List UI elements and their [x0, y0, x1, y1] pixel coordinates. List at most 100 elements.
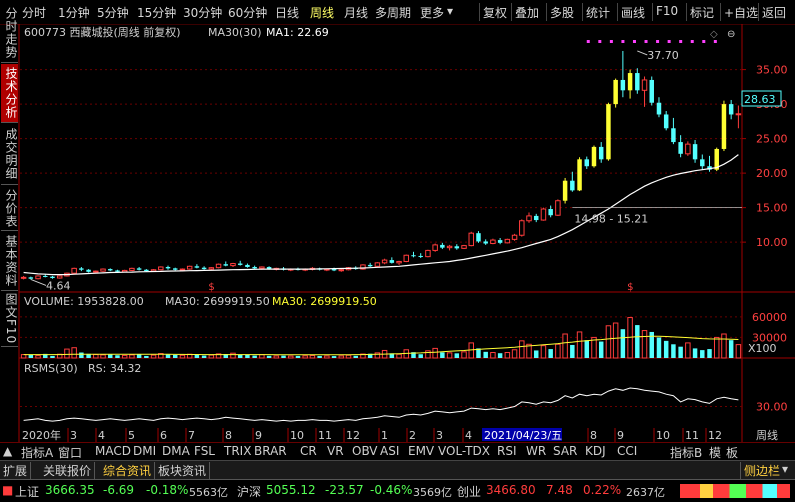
diamond-icon[interactable]: ◇ — [710, 29, 718, 40]
candle-body[interactable] — [504, 238, 511, 244]
indicator-tab-16[interactable]: SAR — [553, 444, 577, 458]
sub-tab-extend[interactable]: 扩展 — [0, 462, 32, 479]
expand-up-icon[interactable]: ▲ — [3, 444, 12, 458]
candle-body[interactable] — [86, 269, 91, 272]
candle-body[interactable] — [331, 269, 337, 271]
indicator-tab-1[interactable]: 窗口 — [58, 444, 82, 461]
candle-body[interactable] — [50, 276, 55, 279]
candle-body[interactable] — [186, 265, 193, 270]
candle-body[interactable] — [252, 266, 257, 269]
index2-name[interactable]: 沪深 — [237, 483, 261, 500]
candle-body[interactable] — [158, 266, 164, 271]
candle-body[interactable] — [411, 255, 416, 257]
indicator-tab-2[interactable]: MACD — [95, 444, 131, 458]
candle-body[interactable] — [418, 255, 423, 257]
candle-body[interactable] — [172, 268, 178, 270]
candle-body[interactable] — [570, 180, 575, 191]
candle-body[interactable] — [540, 208, 547, 221]
candle-body[interactable] — [425, 249, 431, 258]
event-marker-icon[interactable]: $ — [627, 282, 633, 293]
candle-body[interactable] — [613, 79, 618, 105]
sub-tab-related[interactable]: 关联报价 — [40, 462, 96, 479]
candle-body[interactable] — [461, 245, 467, 249]
candle-body[interactable] — [136, 268, 142, 270]
indicator-tab-17[interactable]: KDJ — [585, 444, 606, 458]
candle-body[interactable] — [533, 215, 539, 221]
candle-body[interactable] — [374, 262, 381, 267]
candle-body[interactable] — [678, 142, 683, 154]
candle-body[interactable] — [93, 270, 99, 273]
candle-body[interactable] — [468, 232, 474, 247]
indicator-tab-4[interactable]: DMA — [162, 444, 190, 458]
candle-body[interactable] — [396, 260, 402, 264]
candle-body[interactable] — [79, 268, 84, 270]
candle-body[interactable] — [490, 239, 496, 245]
candle-body[interactable] — [165, 266, 171, 269]
indicator-tab-12[interactable]: EMV — [408, 444, 434, 458]
rsms-panel[interactable] — [23, 387, 739, 422]
indicator-tab-6[interactable]: TRIX — [224, 444, 251, 458]
candle-body[interactable] — [259, 266, 265, 269]
candle-body[interactable] — [100, 268, 106, 272]
indicator-tab-20[interactable]: 模 — [709, 444, 721, 461]
candle-body[interactable] — [548, 209, 553, 216]
candle-body[interactable] — [403, 254, 410, 262]
candle-body[interactable] — [692, 144, 698, 160]
candle-body[interactable] — [511, 234, 518, 240]
indicator-tab-3[interactable]: DMI — [133, 444, 156, 458]
indicator-tab-10[interactable]: OBV — [352, 444, 378, 458]
candle-body[interactable] — [519, 220, 525, 236]
candle-body[interactable] — [649, 79, 654, 103]
candle-body[interactable] — [237, 263, 243, 265]
candle-body[interactable] — [562, 180, 568, 201]
candle-body[interactable] — [223, 264, 229, 266]
candle-body[interactable] — [476, 233, 481, 242]
candle-body[interactable] — [245, 264, 250, 267]
candle-body[interactable] — [446, 245, 453, 249]
collapse-icon[interactable]: ⊖ — [727, 29, 735, 40]
indicator-tab-0[interactable]: 指标A — [21, 444, 53, 461]
indicator-tab-7[interactable]: BRAR — [254, 444, 287, 458]
candle-body[interactable] — [620, 79, 626, 91]
candle-body[interactable] — [115, 270, 120, 272]
candle-body[interactable] — [627, 73, 633, 91]
sub-tab-sector[interactable]: 板块资讯 — [155, 462, 211, 479]
indicator-tab-13[interactable]: VOL-TDX — [438, 444, 490, 458]
candle-body[interactable] — [43, 275, 48, 277]
event-marker-icon[interactable]: $ — [208, 282, 214, 293]
candle-body[interactable] — [497, 240, 503, 243]
candle-body[interactable] — [656, 102, 662, 115]
indicator-tab-11[interactable]: ASI — [380, 444, 399, 458]
indicator-tab-18[interactable]: CCI — [617, 444, 637, 458]
candle-body[interactable] — [555, 200, 561, 216]
side-bar-arrow-icon[interactable]: ▾ — [782, 462, 788, 476]
candle-body[interactable] — [381, 259, 388, 264]
indicator-tab-19[interactable]: 指标B — [670, 444, 702, 461]
candle-body[interactable] — [179, 268, 186, 271]
indicator-tab-14[interactable]: RSI — [497, 444, 517, 458]
candle-body[interactable] — [367, 264, 373, 267]
candle-body[interactable] — [635, 73, 640, 91]
candle-body[interactable] — [201, 267, 207, 270]
indicator-tab-15[interactable]: WR — [526, 444, 546, 458]
indicator-tab-9[interactable]: VR — [327, 444, 344, 458]
index1-name[interactable]: 上证 — [15, 483, 39, 500]
index3-name[interactable]: 创业 — [457, 483, 481, 500]
candle-body[interactable] — [454, 246, 460, 249]
candle-body[interactable] — [591, 146, 597, 167]
candle-body[interactable] — [641, 79, 648, 91]
indicator-tab-21[interactable]: 板 — [726, 444, 738, 461]
candle-body[interactable] — [584, 159, 590, 167]
candle-body[interactable] — [721, 104, 727, 149]
candle-body[interactable] — [194, 266, 200, 268]
candle-body[interactable] — [432, 244, 438, 251]
price-panel[interactable]: 14.98 - 15.21 37.70 4.64 $ $ — [20, 40, 742, 293]
candle-body[interactable] — [28, 277, 34, 279]
indicator-tab-8[interactable]: CR — [300, 444, 317, 458]
indicator-tab-5[interactable]: FSL — [194, 444, 215, 458]
candle-body[interactable] — [598, 146, 604, 160]
candle-body[interactable] — [728, 104, 734, 115]
candle-body[interactable] — [735, 113, 742, 116]
candle-body[interactable] — [440, 244, 445, 248]
candle-body[interactable] — [71, 267, 77, 274]
